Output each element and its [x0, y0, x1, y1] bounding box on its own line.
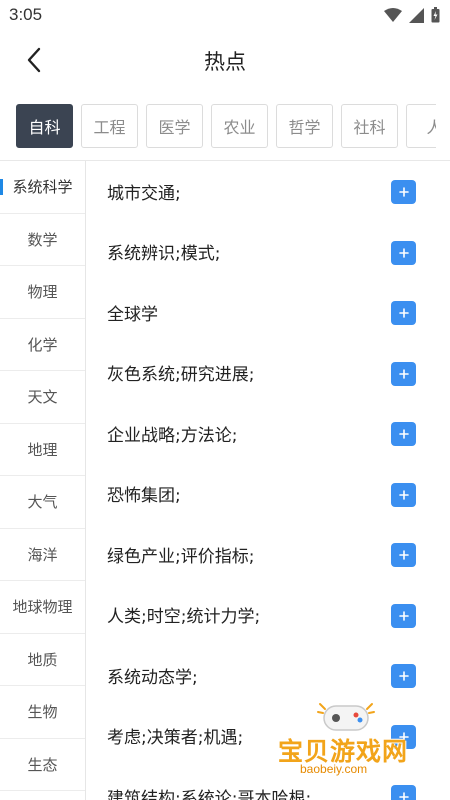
plus-icon [398, 792, 409, 800]
add-button[interactable] [391, 603, 416, 628]
add-button[interactable] [391, 240, 416, 265]
sidebar-item[interactable]: 生态 [0, 739, 85, 791]
watermark-url: baobeiy.com [300, 762, 368, 776]
plus-icon [398, 671, 409, 681]
category-tabs: 自科 工程 医学 农业 哲学 社科人 [16, 104, 436, 150]
plus-icon [398, 187, 409, 197]
list-item[interactable]: 系统辨识;模式; [86, 222, 450, 283]
header: 热点 [0, 30, 450, 92]
sidebar-item[interactable]: 地质 [0, 634, 85, 686]
sidebar-item[interactable]: 物理 [0, 266, 85, 319]
plus-icon [398, 489, 409, 500]
sidebar-item[interactable]: 天文 [0, 371, 85, 424]
topic-label: 绿色产业;评价指标; [107, 546, 255, 567]
list-item[interactable]: 全球学 [86, 282, 450, 343]
tab-5[interactable]: 社科 [341, 104, 398, 148]
wifi-icon [384, 8, 402, 22]
plus-icon [398, 308, 409, 318]
sidebar-item[interactable]: 海洋 [0, 529, 85, 581]
add-button[interactable] [391, 664, 416, 688]
tab-1[interactable]: 工程 [81, 104, 138, 148]
sidebar-item[interactable]: 生物 [0, 686, 85, 739]
topic-label: 城市交通; [107, 183, 181, 204]
tab-4[interactable]: 哲学 [276, 104, 333, 148]
topic-label: 考虑;决策者;机遇; [107, 728, 244, 749]
battery-icon [431, 7, 440, 23]
add-button[interactable] [391, 482, 416, 507]
list-item[interactable]: 人类;时空;统计力学; [86, 585, 450, 646]
tab-3[interactable]: 农业 [211, 104, 268, 148]
status-icons [384, 7, 440, 23]
sidebar-item[interactable]: 地理 [0, 424, 85, 476]
subject-sidebar: 系统科学 数学 物理 化学 天文 地理 大气 海洋 地球物理 地质 生物 生态 [0, 161, 86, 800]
sidebar-item[interactable]: 数学 [0, 214, 85, 266]
sidebar-item[interactable]: 大气 [0, 476, 85, 529]
status-time: 3:05 [9, 5, 43, 24]
plus-icon [398, 368, 409, 379]
add-button[interactable] [391, 422, 416, 446]
list-item[interactable]: 绿色产业;评价指标; [86, 524, 450, 585]
watermark-logo: 宝贝游戏网 baobeiy.com [272, 700, 422, 790]
list-item[interactable]: 城市交通; [86, 161, 450, 222]
list-item[interactable]: 灰色系统;研究进展; [86, 343, 450, 404]
topic-label: 全球学 [107, 304, 158, 325]
page-title: 热点 [204, 50, 246, 74]
list-item[interactable]: 企业战略;方法论; [86, 403, 450, 464]
topic-label: 恐怖集团; [107, 486, 181, 507]
topic-label: 系统辨识;模式; [107, 244, 221, 265]
plus-icon [398, 610, 409, 621]
plus-icon [398, 429, 409, 439]
plus-icon [398, 247, 409, 258]
sidebar-item[interactable]: 化学 [0, 319, 85, 371]
sidebar-item[interactable]: 地球物理 [0, 581, 85, 634]
signal-icon [409, 7, 424, 23]
topic-label: 灰色系统;研究进展; [107, 365, 255, 386]
tab-0[interactable]: 自科 [16, 104, 73, 148]
sidebar-item[interactable]: 系统科学 [0, 161, 85, 214]
add-button[interactable] [391, 543, 416, 567]
add-button[interactable] [391, 180, 416, 204]
add-button[interactable] [391, 301, 416, 325]
topic-label: 企业战略;方法论; [107, 425, 238, 446]
tab-6[interactable]: 人 [406, 104, 436, 148]
gamepad-icon [317, 703, 375, 731]
tab-2[interactable]: 医学 [146, 104, 203, 148]
plus-icon [398, 550, 409, 560]
list-item[interactable]: 系统动态学; [86, 645, 450, 706]
topic-label: 人类;时空;统计力学; [107, 607, 261, 628]
add-button[interactable] [391, 361, 416, 386]
topic-label: 系统动态学; [107, 667, 198, 688]
list-item[interactable]: 恐怖集团; [86, 464, 450, 525]
status-bar: 3:05 [0, 0, 450, 30]
